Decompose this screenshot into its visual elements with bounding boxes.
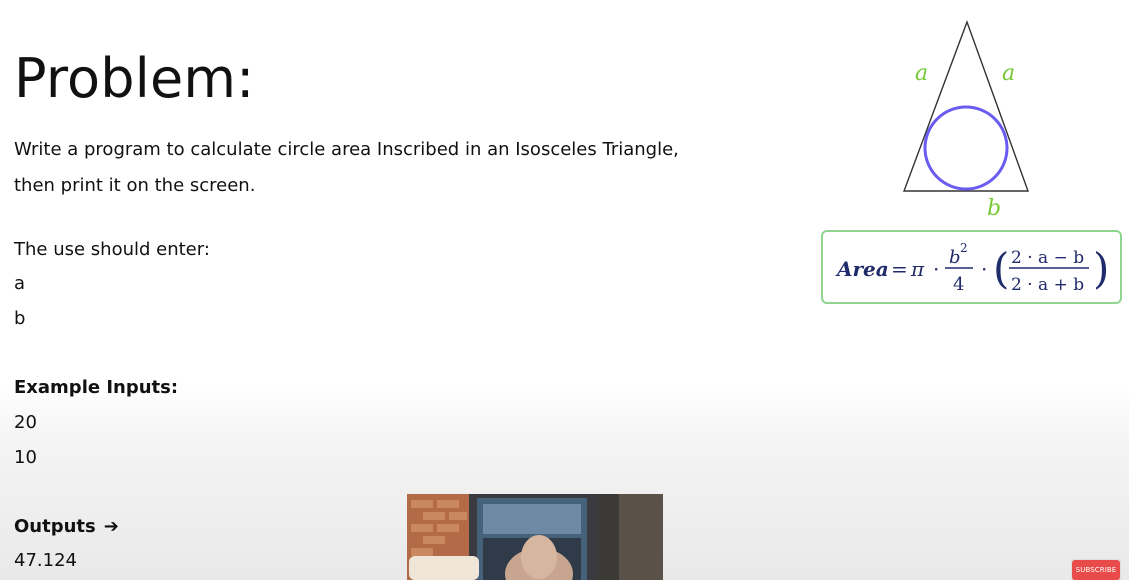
example-input-1: 20	[14, 412, 37, 433]
subscribe-button[interactable]: SUBSCRIBE	[1072, 560, 1120, 580]
formula-dot-1: ·	[933, 257, 939, 281]
formula-dot-2: ·	[981, 257, 987, 281]
svg-text:(: (	[993, 244, 1009, 293]
formula-denominator: 2 · a + b	[1011, 275, 1084, 295]
side-label-left: a	[915, 61, 928, 86]
area-formula: Area = π · b 2 4 · ( ) 2 · a − b 2 · a +…	[835, 241, 1109, 295]
formula-pi: π	[910, 257, 925, 281]
problem-line-2: then print it on the screen.	[14, 175, 256, 196]
inscribed-circle	[923, 105, 1009, 191]
formula-equals: =	[891, 257, 908, 281]
example-inputs-heading: Example Inputs:	[14, 377, 179, 398]
input-var-a: a	[14, 273, 26, 294]
formula-box: Area = π · b 2 4 · ( ) 2 · a − b 2 · a +…	[821, 230, 1122, 304]
problem-description: Write a program to calculate circle area…	[14, 132, 774, 204]
page-title: Problem:	[14, 47, 255, 110]
input-var-b: b	[14, 308, 26, 329]
inputs-heading: The use should enter:	[14, 239, 210, 260]
presenter-image	[407, 494, 663, 580]
output-value: 47.124	[14, 550, 77, 571]
formula-den-4: 4	[953, 274, 964, 295]
problem-line-1: Write a program to calculate circle area…	[14, 139, 679, 160]
presenter-video-thumbnail[interactable]	[407, 494, 663, 580]
svg-text:): )	[1093, 244, 1109, 293]
outputs-heading: Outputs ➔	[14, 515, 119, 539]
outputs-heading-text: Outputs	[14, 516, 96, 537]
formula-lhs: Area	[835, 257, 889, 281]
base-label: b	[987, 196, 1001, 221]
formula-sup-2: 2	[960, 241, 968, 255]
formula-numerator: 2 · a − b	[1011, 248, 1084, 268]
arrow-right-icon: ➔	[103, 516, 119, 537]
inscribed-circle-diagram: a a b	[902, 19, 1029, 221]
side-label-right: a	[1002, 61, 1015, 86]
formula-b: b	[949, 247, 961, 268]
example-input-2: 10	[14, 447, 37, 468]
